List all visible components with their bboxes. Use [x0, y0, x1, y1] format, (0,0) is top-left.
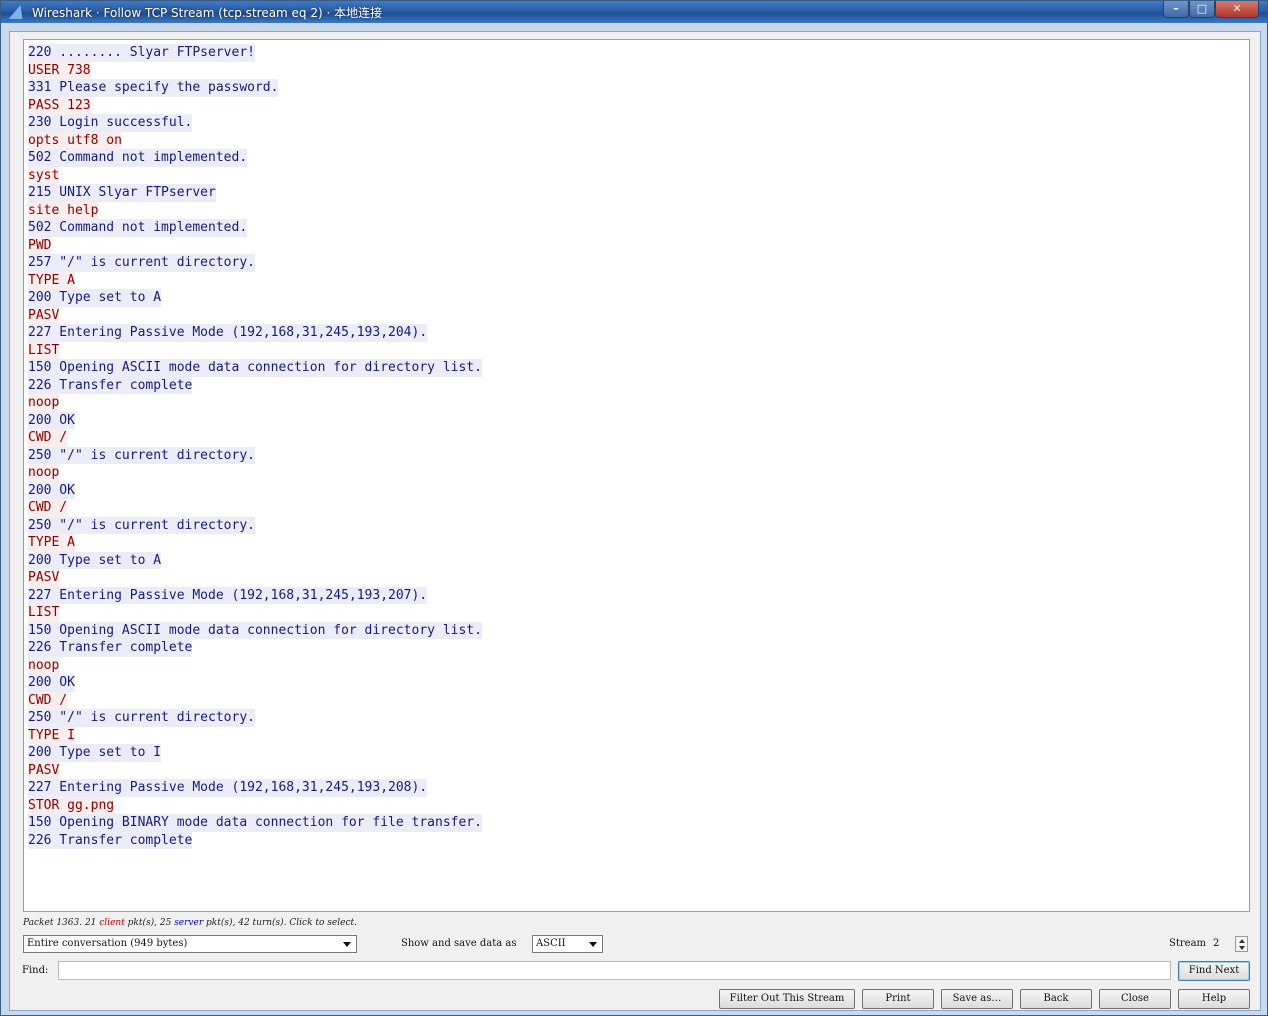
client-stream-line: PASV	[28, 306, 60, 324]
server-stream-line: 200 OK	[28, 411, 75, 429]
server-stream-line: 150 Opening ASCII mode data connection f…	[28, 359, 482, 377]
client-stream-line: PASV	[28, 569, 60, 587]
title-bar[interactable]: Wireshark · Follow TCP Stream (tcp.strea…	[1, 1, 1267, 23]
status-middle: pkt(s), 25	[124, 918, 175, 928]
server-stream-line: 502 Command not implemented.	[28, 219, 248, 237]
client-stream-line: noop	[28, 464, 60, 482]
server-stream-line: 226 Transfer complete	[28, 376, 193, 394]
server-stream-line: 250 "/" is current directory.	[28, 516, 255, 534]
minimize-button[interactable]: –	[1163, 1, 1189, 18]
server-stream-line: 227 Entering Passive Mode (192,168,31,24…	[28, 586, 428, 604]
back-button[interactable]: Back	[1020, 989, 1092, 1009]
chevron-down-icon	[343, 942, 351, 947]
client-stream-line: LIST	[28, 604, 60, 622]
server-stream-line: 250 "/" is current directory.	[28, 709, 255, 727]
server-stream-line: 200 OK	[28, 674, 75, 692]
server-stream-line: 150 Opening BINARY mode data connection …	[28, 814, 482, 832]
client-stream-line: CWD /	[28, 429, 68, 447]
client-stream-line: site help	[28, 201, 99, 219]
server-stream-line: 331 Please specify the password.	[28, 79, 279, 97]
close-button[interactable]: Close	[1099, 989, 1171, 1009]
client-stream-line: syst	[28, 166, 60, 184]
client-stream-line: noop	[28, 394, 60, 412]
data-format-value: ASCII	[536, 938, 566, 949]
server-stream-line: 230 Login successful.	[28, 114, 193, 132]
follow-tcp-stream-window: Wireshark · Follow TCP Stream (tcp.strea…	[0, 0, 1268, 1016]
client-stream-line: TYPE A	[28, 534, 75, 552]
data-format-select[interactable]: ASCII	[532, 935, 603, 953]
server-stream-line: 257 "/" is current directory.	[28, 254, 255, 272]
stream-number-value[interactable]: 2	[1213, 938, 1219, 949]
server-stream-line: 200 OK	[28, 481, 75, 499]
status-server-word: server	[174, 918, 204, 928]
chevron-down-icon	[589, 942, 597, 947]
save-as-button[interactable]: Save as…	[941, 989, 1013, 1009]
status-client-word: client	[99, 918, 125, 928]
client-stream-line: TYPE I	[28, 726, 75, 744]
stream-spinner[interactable]	[1235, 936, 1248, 952]
stream-label: Stream	[1169, 938, 1207, 949]
window-title: Wireshark · Follow TCP Stream (tcp.strea…	[32, 6, 383, 20]
dialog-body: 220 ........ Slyar FTPserver! USER 738 331…	[9, 31, 1261, 1011]
conversation-select-value: Entire conversation (949 bytes)	[27, 938, 188, 949]
client-stream-line: LIST	[28, 341, 60, 359]
client-stream-line: PWD	[28, 236, 52, 254]
client-stream-line: PASS 123	[28, 96, 91, 114]
find-label: Find:	[22, 965, 49, 976]
print-button[interactable]: Print	[862, 989, 934, 1009]
find-input[interactable]	[58, 961, 1171, 980]
client-stream-line: PASV	[28, 761, 60, 779]
client-stream-line: opts utf8 on	[28, 131, 122, 149]
stream-content-view[interactable]: 220 ........ Slyar FTPserver! USER 738 331…	[23, 39, 1250, 912]
server-stream-line: 215 UNIX Slyar FTPserver	[28, 184, 216, 202]
stream-lines: 220 ........ Slyar FTPserver! USER 738 331…	[28, 44, 482, 849]
server-stream-line: 200 Type set to A	[28, 289, 162, 307]
client-stream-line: USER 738	[28, 61, 91, 79]
spin-up-icon[interactable]	[1239, 939, 1245, 943]
packet-status-text[interactable]: Packet 1363. 21 client pkt(s), 25 server…	[23, 918, 357, 928]
server-stream-line: 200 Type set to I	[28, 744, 162, 762]
server-stream-line: 200 Type set to A	[28, 551, 162, 569]
maximize-icon: □	[1196, 2, 1208, 15]
client-stream-line: CWD /	[28, 691, 68, 709]
client-stream-line: TYPE A	[28, 271, 75, 289]
status-suffix: pkt(s), 42 turn(s). Click to select.	[203, 918, 357, 928]
wireshark-fin-icon	[8, 5, 28, 19]
server-stream-line: 150 Opening ASCII mode data connection f…	[28, 621, 482, 639]
status-prefix: Packet 1363. 21	[23, 918, 100, 928]
server-stream-line: 226 Transfer complete	[28, 639, 193, 657]
server-stream-line: 502 Command not implemented.	[28, 149, 248, 167]
server-stream-line: 220 ........ Slyar FTPserver!	[28, 44, 255, 62]
server-stream-line: 227 Entering Passive Mode (192,168,31,24…	[28, 324, 428, 342]
help-button[interactable]: Help	[1178, 989, 1250, 1009]
client-stream-line: noop	[28, 656, 60, 674]
client-stream-line: CWD /	[28, 499, 68, 517]
spin-down-icon[interactable]	[1239, 946, 1245, 950]
filter-out-stream-button[interactable]: Filter Out This Stream	[719, 989, 855, 1009]
close-icon: ✕	[1232, 2, 1242, 15]
close-window-button[interactable]: ✕	[1215, 1, 1259, 18]
server-stream-line: 250 "/" is current directory.	[28, 446, 255, 464]
find-next-button[interactable]: Find Next	[1178, 961, 1250, 981]
server-stream-line: 226 Transfer complete	[28, 831, 193, 849]
conversation-select[interactable]: Entire conversation (949 bytes)	[23, 935, 357, 953]
minimize-icon: –	[1173, 2, 1179, 15]
maximize-button[interactable]: □	[1189, 1, 1215, 18]
show-save-label: Show and save data as	[401, 938, 517, 949]
server-stream-line: 227 Entering Passive Mode (192,168,31,24…	[28, 779, 428, 797]
client-stream-line: STOR gg.png	[28, 796, 115, 814]
